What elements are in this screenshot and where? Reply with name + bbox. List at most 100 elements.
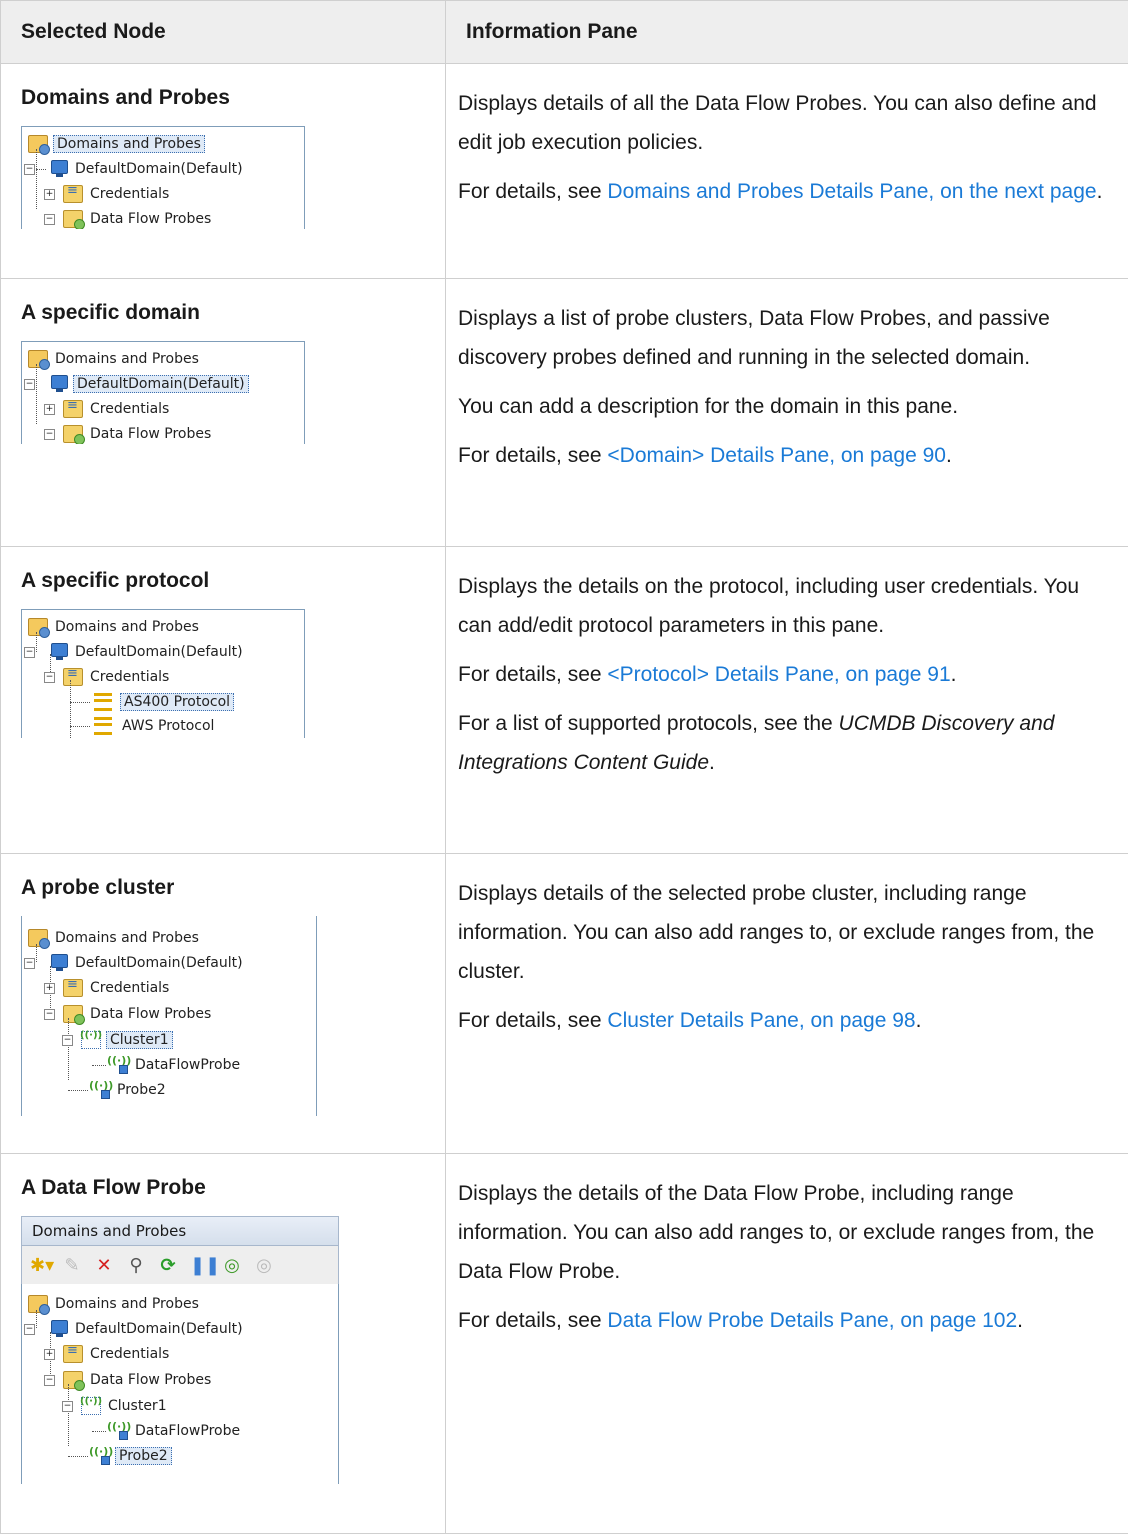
domain-computer-icon [51, 643, 68, 657]
table-row: A specific domain Domains and Probes −De… [1, 279, 1128, 547]
info-text: Displays a list of probe clusters, Data … [458, 299, 1118, 377]
tree-node-root: Domains and Probes [28, 347, 201, 371]
tree-node-dataflowprobe: DataFlowProbe [92, 1053, 242, 1077]
tree-node-data-flow-probes: −Data Flow Probes [44, 422, 213, 444]
refresh-icon[interactable]: ⟳ [158, 1255, 178, 1276]
domain-computer-icon [51, 375, 68, 389]
table-row: Domains and Probes Domains and Probes −D… [1, 64, 1128, 279]
tree-node-credentials: +Credentials [44, 1342, 171, 1366]
tree-node-domain: −DefaultDomain(Default) [24, 640, 245, 664]
cluster-icon [81, 1397, 101, 1415]
data-flow-probes-icon [63, 1371, 83, 1389]
header-selected-node: Selected Node [1, 1, 446, 64]
node-cell: A probe cluster Domains and Probes −Defa… [1, 854, 446, 1154]
node-title: A specific domain [21, 301, 425, 325]
tree-screenshot: Domains and Probes −DefaultDomain(Defaul… [21, 609, 305, 738]
credentials-icon [63, 668, 83, 686]
table-header-row: Selected Node Information Pane [1, 1, 1128, 64]
tree-node-cluster: −Cluster1 [62, 1028, 173, 1052]
tree-node-credentials: +Credentials [44, 976, 171, 1000]
details-link[interactable]: Data Flow Probe Details Pane, on page 10… [607, 1309, 1017, 1332]
data-flow-probes-icon [63, 210, 83, 228]
credentials-icon [63, 1345, 83, 1363]
tree-node-data-flow-probes: −Data Flow Probes [44, 207, 213, 229]
tree-screenshot: Domains and Probes −DefaultDomain(Defaul… [21, 916, 317, 1116]
tree-node-dataflowprobe: DataFlowProbe [92, 1419, 242, 1443]
info-cell: Displays details of all the Data Flow Pr… [446, 64, 1128, 279]
tree-node-root: Domains and Probes [28, 615, 201, 639]
tree-screenshot: Domains and Probes −DefaultDomain(Defaul… [21, 126, 305, 229]
header-information-pane: Information Pane [446, 1, 1128, 64]
tree-screenshot: Domains and Probes −DefaultDomain(Defaul… [21, 341, 305, 444]
domains-folder-icon [28, 929, 48, 947]
details-link[interactable]: <Protocol> Details Pane, on page 91 [607, 663, 950, 686]
protocol-icon [94, 693, 112, 711]
table-row: A probe cluster Domains and Probes −Defa… [1, 854, 1128, 1154]
credentials-icon [63, 979, 83, 997]
node-title: A Data Flow Probe [21, 1176, 425, 1200]
tree-node-cluster: −Cluster1 [62, 1394, 169, 1418]
tree-node-credentials: −Credentials [44, 665, 171, 689]
credentials-icon [63, 185, 83, 203]
data-flow-probes-icon [63, 425, 83, 443]
data-flow-probes-icon [63, 1005, 83, 1023]
info-cell: Displays the details of the Data Flow Pr… [446, 1154, 1128, 1534]
domain-computer-icon [51, 954, 68, 968]
credentials-icon [63, 400, 83, 418]
info-text: Displays details of all the Data Flow Pr… [458, 84, 1118, 162]
domains-folder-icon [28, 135, 48, 153]
node-cell: Domains and Probes Domains and Probes −D… [1, 64, 446, 279]
info-cell: Displays details of the selected probe c… [446, 854, 1128, 1154]
tree-node-root: Domains and Probes [28, 926, 201, 950]
tree-node-credentials: +Credentials [44, 182, 171, 206]
search-icon[interactable]: ⚲ [126, 1255, 146, 1276]
probe-icon [110, 1056, 128, 1074]
info-text: For a list of supported protocols, see t… [458, 704, 1118, 782]
domains-folder-icon [28, 350, 48, 368]
tree-screenshot: Domains and Probes −DefaultDomain(Defaul… [21, 1284, 339, 1484]
tree-node-domain: −DefaultDomain(Default) [24, 372, 249, 396]
info-text: Displays details of the selected probe c… [458, 874, 1118, 991]
tree-node-root: Domains and Probes [28, 132, 205, 156]
pause-icon[interactable]: ❚❚ [190, 1255, 210, 1276]
table-row: A specific protocol Domains and Probes −… [1, 547, 1128, 854]
tree-node-probe2: Probe2 [68, 1078, 168, 1102]
probe-icon [110, 1422, 128, 1440]
domains-folder-icon [28, 618, 48, 636]
info-cell: Displays a list of probe clusters, Data … [446, 279, 1128, 547]
tree-node-root: Domains and Probes [28, 1292, 201, 1316]
info-details: For details, see Domains and Probes Deta… [458, 172, 1118, 211]
edit-icon[interactable]: ✎ [62, 1255, 82, 1276]
cluster-icon [81, 1031, 101, 1049]
protocol-icon [94, 717, 112, 735]
details-link[interactable]: Domains and Probes Details Pane, on the … [607, 180, 1096, 203]
info-details: For details, see <Domain> Details Pane, … [458, 436, 1118, 475]
tree-node-domain: −DefaultDomain(Default) [24, 157, 245, 181]
node-cell: A specific domain Domains and Probes −De… [1, 279, 446, 547]
tree-node-as400: AS400 Protocol [70, 690, 234, 714]
panel-title-bar: Domains and Probes [21, 1216, 339, 1246]
probe-icon [92, 1081, 110, 1099]
node-title: A specific protocol [21, 569, 425, 593]
probe-disabled-icon[interactable]: ◎ [254, 1255, 274, 1276]
info-text: Displays the details of the Data Flow Pr… [458, 1174, 1118, 1291]
info-details: For details, see Data Flow Probe Details… [458, 1301, 1118, 1340]
probe-action-icon[interactable]: ◎ [222, 1255, 242, 1276]
probe-panel: Domains and Probes ✱▾ ✎ ✕ ⚲ ⟳ ❚❚ ◎ ◎ Dom… [21, 1216, 339, 1484]
details-link[interactable]: Cluster Details Pane, on page 98 [607, 1009, 915, 1032]
details-link[interactable]: <Domain> Details Pane, on page 90 [607, 444, 946, 467]
domain-computer-icon [51, 160, 68, 174]
panel-toolbar: ✱▾ ✎ ✕ ⚲ ⟳ ❚❚ ◎ ◎ [21, 1246, 339, 1284]
delete-icon[interactable]: ✕ [94, 1255, 114, 1276]
new-icon[interactable]: ✱▾ [30, 1255, 50, 1276]
tree-node-domain: −DefaultDomain(Default) [24, 1317, 245, 1341]
info-pane-table: Selected Node Information Pane Domains a… [0, 0, 1128, 1534]
tree-node-data-flow-probes: −Data Flow Probes [44, 1002, 213, 1026]
domain-computer-icon [51, 1320, 68, 1334]
tree-node-data-flow-probes: −Data Flow Probes [44, 1368, 213, 1392]
table-row: A Data Flow Probe Domains and Probes ✱▾ … [1, 1154, 1128, 1534]
info-cell: Displays the details on the protocol, in… [446, 547, 1128, 854]
tree-node-domain: −DefaultDomain(Default) [24, 951, 245, 975]
tree-node-credentials: +Credentials [44, 397, 171, 421]
info-text: You can add a description for the domain… [458, 387, 1118, 426]
